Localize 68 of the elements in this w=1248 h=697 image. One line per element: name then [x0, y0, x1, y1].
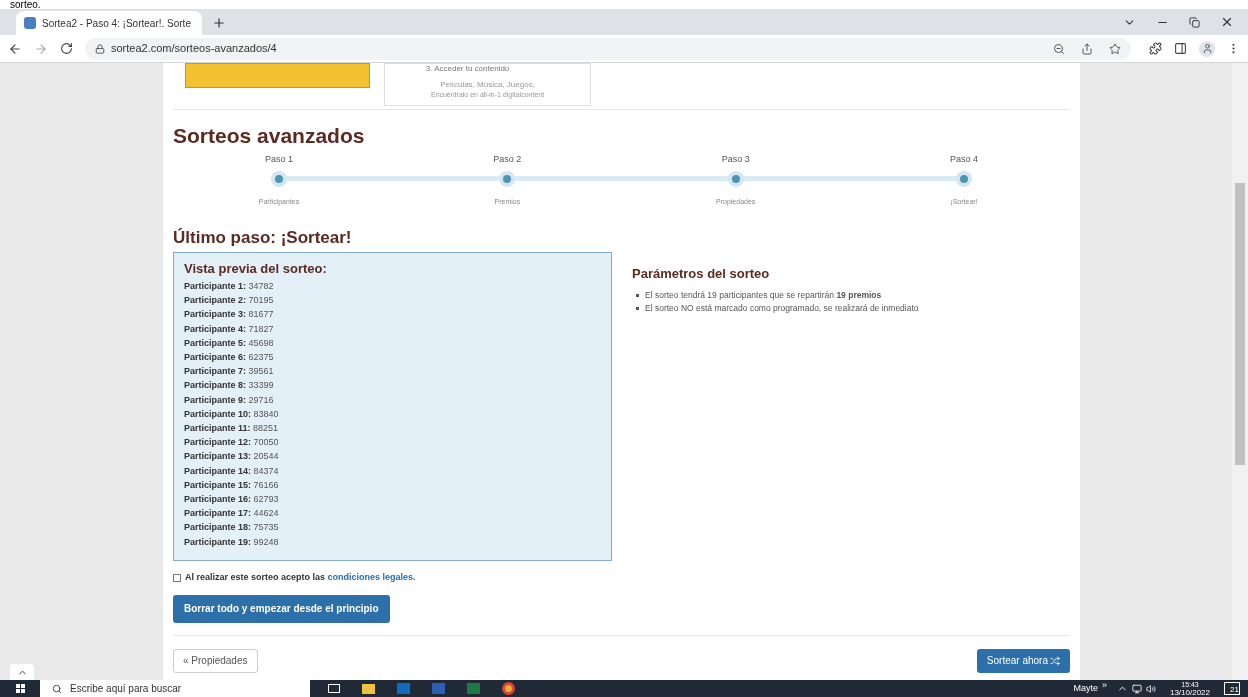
network-icon[interactable] — [1132, 683, 1142, 694]
draw-button[interactable]: Sortear ahora — [976, 648, 1070, 673]
zoom-icon[interactable] — [1053, 42, 1065, 55]
participant-entry: Participante 10: 83840 — [184, 407, 280, 421]
clock-date: 13/10/2022 — [1169, 688, 1210, 697]
tab-title: Sortea2 - Paso 4: ¡Sortear!. Sorte — [42, 16, 191, 31]
participant-entry: Participante 13: 20544 — [184, 450, 280, 464]
notifications-icon[interactable]: 21 — [1224, 682, 1240, 695]
star-icon[interactable] — [1109, 42, 1121, 55]
profile-icon[interactable] — [1199, 40, 1215, 57]
participant-entry: Participante 2: 70195 — [184, 294, 275, 308]
participant-entry: Participante 18: 75735 — [184, 521, 280, 535]
participant-entry: Participante 1: 34782 — [184, 280, 275, 293]
task-view-icon[interactable] — [328, 684, 340, 693]
close-icon[interactable] — [1220, 15, 1234, 29]
terms-text: Al realizar este sorteo acepto las condiciones legales. — [185, 571, 416, 584]
participant-entry: Participante 12: 70050 — [184, 436, 280, 450]
share-icon[interactable] — [1081, 42, 1093, 55]
caption-text: sorteo. — [10, 0, 41, 9]
page-title: Sorteos avanzados — [173, 123, 366, 149]
participant-entry: Participante 19: 99248 — [184, 535, 280, 549]
bullet-icon — [636, 306, 639, 310]
terms-link[interactable]: condiciones legales. — [327, 572, 416, 582]
participant-entry: Participante 17: 44624 — [184, 507, 280, 521]
step-label: Paso 3 — [721, 153, 750, 165]
participant-entry: Participante 16: 62793 — [184, 493, 280, 507]
shuffle-icon — [1050, 655, 1060, 666]
back-icon[interactable] — [8, 41, 22, 56]
parameter-text: El sorteo tendrá 19 participantes que se repartirán 19 premios — [645, 288, 882, 302]
step-label: Paso 4 — [949, 153, 978, 165]
browser-app-icon[interactable] — [502, 682, 515, 695]
taskbar-search-field[interactable]: Escribe aquí para buscar — [40, 680, 310, 697]
notification-count: 21 — [1230, 686, 1239, 694]
user-name: Mayte — [1073, 681, 1098, 695]
participant-entry: Participante 6: 62375 — [184, 351, 275, 364]
bullet-icon — [636, 293, 639, 297]
participant-entry: Participante 4: 71827 — [184, 322, 275, 336]
participant-entry: Participante 5: 45698 — [184, 336, 275, 350]
terms-checkbox[interactable] — [173, 573, 181, 582]
participant-entry: Participante 8: 33399 — [184, 379, 275, 393]
preview-title: Vista previa del sorteo: — [184, 260, 328, 277]
step-label: Paso 2 — [493, 153, 522, 165]
section-title: Último paso: ¡Sortear! — [173, 227, 353, 249]
side-panel-icon[interactable] — [1174, 42, 1187, 55]
participant-entry: Participante 15: 76166 — [184, 478, 280, 492]
parameter-text: El sorteo NO está marcado como programado, se realizará de inmediato — [645, 301, 919, 315]
address-bar[interactable]: sortea2.com/sorteos-avanzados/4 — [85, 37, 1131, 60]
promo-text: 3. Acceder tu contenido — [425, 64, 510, 74]
search-icon — [52, 683, 62, 694]
reload-icon[interactable] — [60, 42, 73, 55]
volume-icon[interactable] — [1146, 683, 1156, 694]
participant-entry: Participante 7: 39561 — [184, 365, 275, 379]
new-tab-icon[interactable] — [212, 16, 226, 30]
back-button[interactable]: « Propiedades — [173, 648, 258, 673]
reset-button[interactable]: Borrar todo y empezar desde el principio — [173, 594, 390, 623]
restore-icon[interactable] — [1189, 16, 1200, 28]
participant-entry: Participante 11: 88251 — [184, 422, 280, 436]
participant-entry: Participante 14: 84374 — [184, 464, 280, 478]
lock-icon — [95, 43, 105, 54]
promo-text: Películas, Música, Juegos, — [440, 79, 535, 91]
participant-entry: Participante 3: 81677 — [184, 308, 275, 322]
participant-entry: Participante 9: 29716 — [184, 393, 275, 407]
browser-tab[interactable]: Sortea2 - Paso 4: ¡Sortear!. Sorte — [16, 11, 202, 35]
url-text: sortea2.com/sorteos-avanzados/4 — [111, 41, 277, 57]
chevron-text[interactable]: » — [1102, 678, 1107, 693]
extensions-icon[interactable] — [1149, 42, 1162, 55]
step-label: Paso 1 — [265, 153, 293, 165]
parameters-title: Parámetros del sorteo — [632, 265, 771, 283]
